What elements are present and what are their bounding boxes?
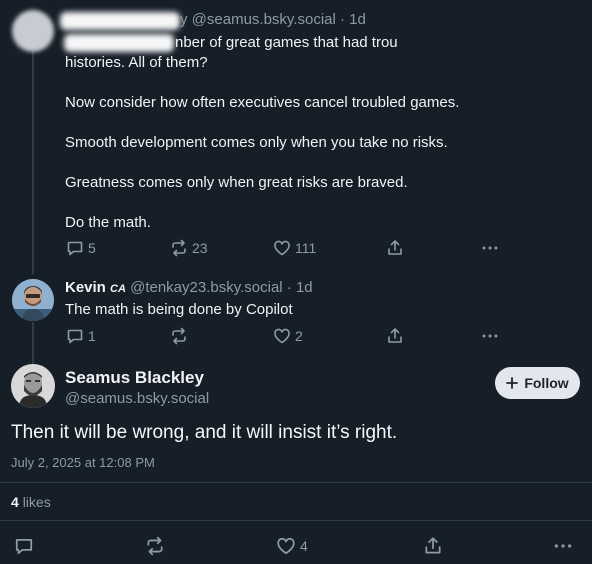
- avatar-image: [12, 279, 54, 321]
- repost-icon: [172, 239, 186, 257]
- repost-icon: [172, 327, 186, 345]
- divider: [0, 520, 592, 521]
- main-post-actions: 4: [0, 536, 592, 556]
- plus-icon: [506, 377, 519, 389]
- country-flag: CA: [110, 283, 126, 295]
- post-text-line: Now consider how often executives cancel…: [65, 94, 460, 111]
- post-actions: 1 2: [0, 327, 592, 347]
- repost-button[interactable]: [145, 536, 165, 556]
- more-button[interactable]: [481, 327, 499, 345]
- like-button[interactable]: 111: [273, 239, 316, 257]
- like-icon: [274, 328, 290, 344]
- post-handle[interactable]: y @seamus.bsky.social · 1d: [180, 10, 366, 30]
- post-timestamp[interactable]: July 2, 2025 at 12:08 PM: [11, 455, 155, 471]
- likes-summary[interactable]: 4 likes: [11, 493, 51, 511]
- reply-button[interactable]: 5: [66, 239, 96, 257]
- repost-button[interactable]: [170, 327, 192, 345]
- author-name[interactable]: Seamus Blackley: [65, 367, 204, 389]
- share-icon: [388, 328, 402, 343]
- post-text-line: histories. All of them?: [65, 54, 208, 71]
- post-text: Then it will be wrong, and it will insis…: [11, 422, 398, 443]
- reply-button[interactable]: 1: [66, 327, 96, 345]
- avatar[interactable]: [12, 279, 54, 321]
- like-icon: [274, 240, 290, 256]
- follow-button[interactable]: Follow: [495, 367, 580, 399]
- more-button[interactable]: [553, 536, 573, 556]
- share-button[interactable]: [386, 327, 404, 345]
- reply-icon: [67, 241, 83, 256]
- divider: [0, 482, 592, 483]
- author-name[interactable]: Kevin: [65, 279, 106, 296]
- more-icon: [482, 334, 498, 338]
- redaction-blur: [64, 34, 174, 52]
- avatar[interactable]: [12, 10, 54, 52]
- share-icon: [425, 537, 441, 554]
- post-text-line: nber of great games that had trou: [175, 34, 398, 51]
- post-text: The math is being done by Copilot: [65, 301, 293, 318]
- repost-icon: [147, 536, 163, 556]
- post-actions: 5 23 111: [0, 239, 592, 259]
- avatar-image: [11, 364, 55, 408]
- redaction-blur: [60, 12, 180, 30]
- like-button[interactable]: 2: [273, 327, 303, 345]
- author-handle[interactable]: @seamus.bsky.social: [65, 389, 209, 409]
- reply-button[interactable]: [14, 536, 34, 556]
- share-icon: [388, 240, 402, 255]
- reply-icon: [15, 539, 33, 555]
- likes-label: likes: [22, 494, 51, 510]
- reply-icon: [67, 329, 83, 344]
- share-button[interactable]: [386, 239, 404, 257]
- post-header: Kevin CA @tenkay23.bsky.social · 1d: [65, 278, 313, 299]
- avatar[interactable]: [11, 364, 55, 408]
- post-text-line: Do the math.: [65, 214, 151, 231]
- like-button[interactable]: 4: [276, 536, 308, 556]
- more-icon: [554, 544, 572, 548]
- repost-button[interactable]: 23: [170, 239, 208, 257]
- post-text-line: Smooth development comes only when you t…: [65, 134, 448, 151]
- more-icon: [482, 246, 498, 250]
- share-button[interactable]: [423, 536, 443, 556]
- author-handle[interactable]: @tenkay23.bsky.social · 1d: [130, 279, 313, 296]
- post-text-line: Greatness comes only when great risks ar…: [65, 174, 408, 191]
- more-button[interactable]: [481, 239, 499, 257]
- likes-count: 4: [11, 494, 19, 510]
- like-icon: [277, 537, 295, 555]
